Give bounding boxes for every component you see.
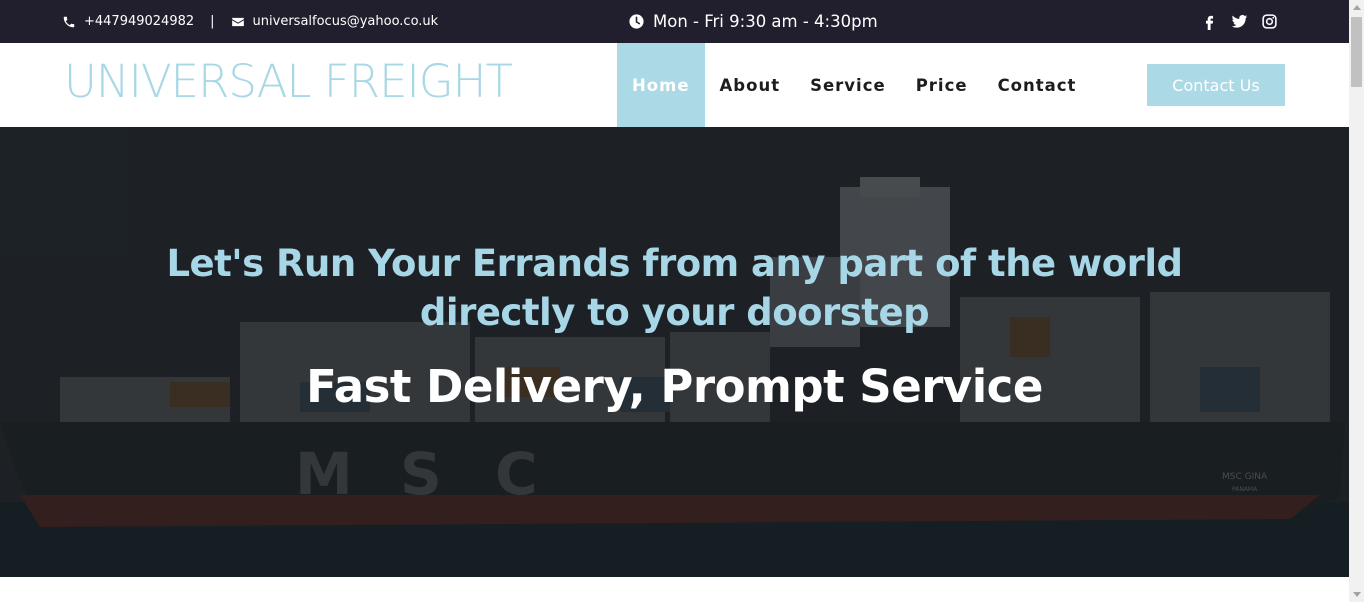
social-links <box>1200 0 1278 43</box>
hero-overlay <box>0 127 1349 577</box>
instagram-icon[interactable] <box>1260 13 1278 31</box>
page: +447949024982 | universalfocus@yahoo.co.… <box>0 0 1364 602</box>
hero-headline: Let's Run Your Errands from any part of … <box>100 239 1249 337</box>
email-link[interactable]: universalfocus@yahoo.co.uk <box>231 14 439 29</box>
site-logo[interactable]: UNIVERSAL FREIGHT <box>64 55 513 108</box>
contact-info: +447949024982 | universalfocus@yahoo.co.… <box>62 0 438 43</box>
hours-text: Mon - Fri 9:30 am - 4:30pm <box>653 12 878 31</box>
arrow-down-icon <box>1353 592 1361 597</box>
hero-section: M S C MSC GINA PANAMA Let's Run Your Err… <box>0 127 1349 577</box>
phone-link[interactable]: +447949024982 <box>62 14 194 29</box>
nav-service[interactable]: Service <box>795 43 901 127</box>
nav-home[interactable]: Home <box>617 43 705 127</box>
phone-icon <box>63 16 75 27</box>
arrow-up-icon <box>1353 5 1361 10</box>
top-info-bar: +447949024982 | universalfocus@yahoo.co.… <box>0 0 1349 43</box>
contact-us-button[interactable]: Contact Us <box>1147 64 1285 106</box>
envelope-icon <box>231 17 244 26</box>
phone-number: +447949024982 <box>84 14 195 29</box>
twitter-icon[interactable] <box>1230 13 1248 31</box>
separator: | <box>210 14 215 29</box>
hero-headline-line1: Let's Run Your Errands from any part of … <box>166 242 1183 285</box>
clock-icon <box>629 14 644 29</box>
page-scrollbar[interactable] <box>1349 0 1364 602</box>
scrollbar-thumb[interactable] <box>1351 17 1362 87</box>
site-header: UNIVERSAL FREIGHT Home About Service Pri… <box>0 43 1349 127</box>
business-hours: Mon - Fri 9:30 am - 4:30pm <box>628 0 878 43</box>
main-nav: Home About Service Price Contact <box>617 43 1091 127</box>
hero-headline-line2: directly to your doorstep <box>419 291 930 334</box>
scroll-up-button[interactable] <box>1349 0 1364 15</box>
email-address: universalfocus@yahoo.co.uk <box>252 14 439 29</box>
nav-about[interactable]: About <box>705 43 796 127</box>
nav-price[interactable]: Price <box>901 43 983 127</box>
hero-subheadline: Fast Delivery, Prompt Service <box>306 360 1043 413</box>
scroll-down-button[interactable] <box>1349 587 1364 602</box>
nav-contact[interactable]: Contact <box>983 43 1092 127</box>
facebook-icon[interactable] <box>1200 13 1218 31</box>
